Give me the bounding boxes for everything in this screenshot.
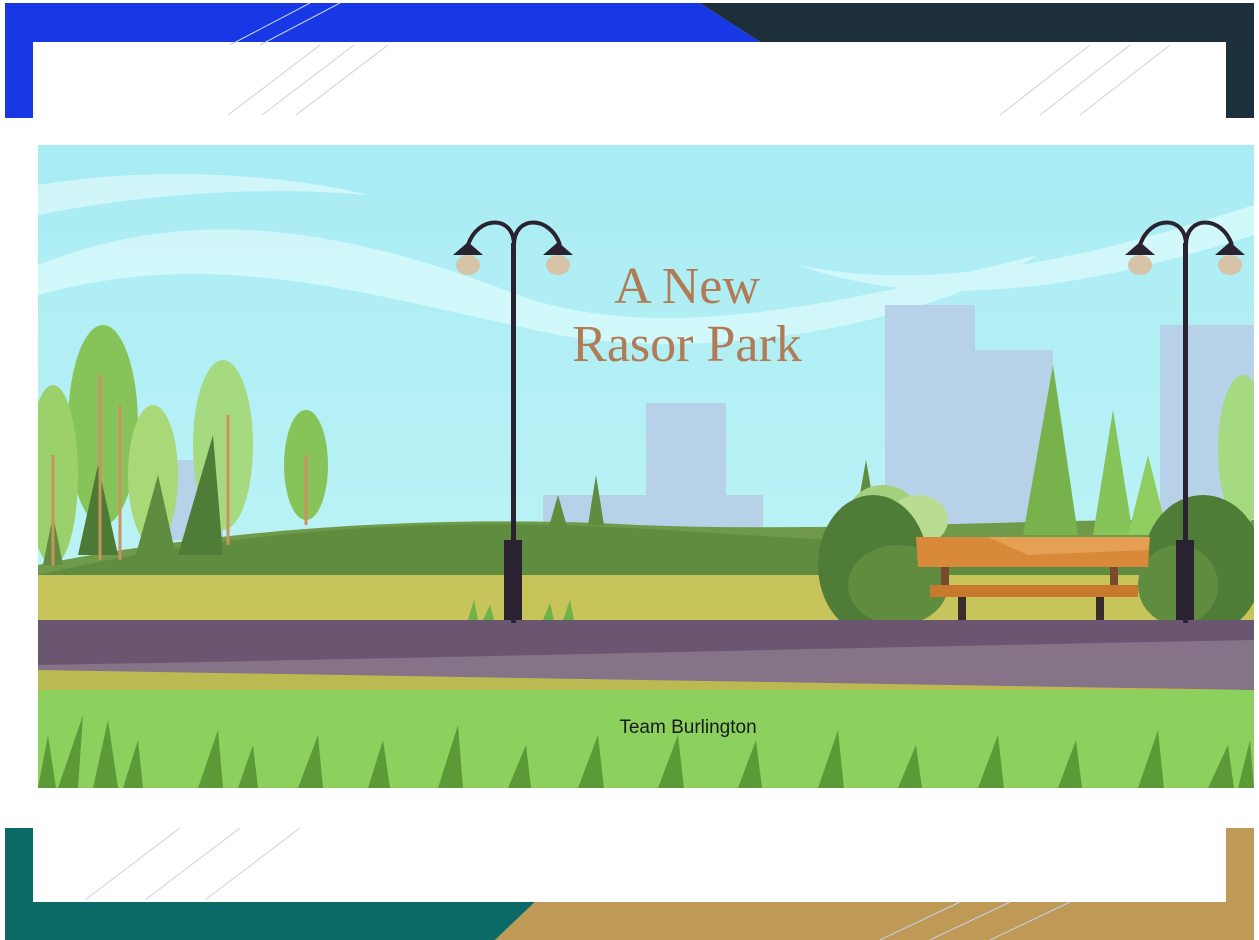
frame-top-blue bbox=[5, 3, 760, 42]
frame-bottom-teal bbox=[5, 902, 535, 940]
park-illustration bbox=[38, 145, 1254, 788]
slide-title-line2: Rasor Park bbox=[572, 316, 802, 373]
frame-bottom-gold bbox=[495, 902, 1254, 940]
frame-top-dark bbox=[700, 3, 1254, 42]
slide-title-line1: A New bbox=[614, 258, 760, 315]
slide-title: A New Rasor Park bbox=[487, 258, 887, 374]
frame-right-dark bbox=[1226, 3, 1254, 118]
slide-subtitle: Team Burlington bbox=[619, 717, 757, 738]
frame-left-blue bbox=[5, 3, 33, 118]
